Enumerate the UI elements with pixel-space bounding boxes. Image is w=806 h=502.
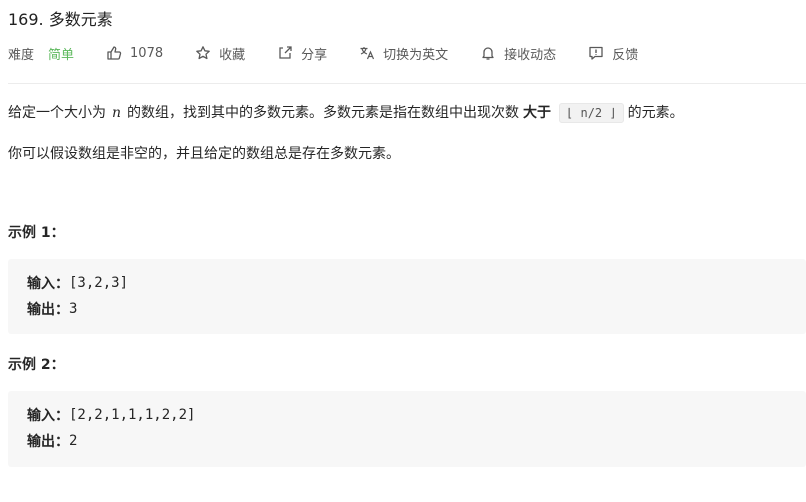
example-1-output-label: 输出： — [27, 302, 69, 318]
feedback-label: 反馈 — [612, 47, 639, 63]
share-button[interactable]: 分享 — [277, 44, 327, 63]
example-1-output-line: 输出： 3 — [27, 299, 77, 319]
example-1-input-value: [3,2,3] — [69, 275, 129, 291]
problem-description: 给定一个大小为 n 的数组，找到其中的多数元素。多数元素是指在数组中出现次数 大于 ⌊ … — [8, 101, 798, 125]
example-2-input-label: 输入： — [27, 408, 69, 424]
favorite-button[interactable]: 收藏 — [195, 44, 245, 63]
favorite-label: 收藏 — [219, 47, 246, 63]
like-count: 1078 — [130, 45, 164, 61]
example-2-output-line: 输出： 2 — [27, 431, 77, 451]
share-label: 分享 — [301, 47, 328, 63]
example-1-input-line: 输入： [3,2,3] — [27, 273, 128, 293]
example-1-input-label: 输入： — [27, 276, 69, 292]
example-2-input-line: 输入： [2,2,1,1,1,2,2] — [27, 405, 195, 425]
description-text-3: 的元素。 — [627, 105, 684, 121]
problem-meta-bar: 难度 简单 1078 收藏 分享 切换为英文 接收动态 反馈 — [8, 42, 638, 64]
example-1-box: 输入： [3,2,3] 输出： 3 — [8, 259, 806, 334]
example-2-output-label: 输出： — [27, 434, 69, 450]
description-bold: 大于 — [523, 105, 552, 121]
like-button[interactable]: 1078 — [106, 45, 163, 61]
switch-language-label: 切换为英文 — [383, 47, 449, 63]
header-divider — [8, 83, 806, 84]
problem-description-2: 你可以假设数组是非空的，并且给定的数组总是存在多数元素。 — [8, 146, 400, 162]
difficulty-label: 难度 — [8, 47, 35, 63]
star-icon — [196, 46, 210, 60]
description-text-2: 的数组，找到其中的多数元素。多数元素是指在数组中出现次数 — [127, 105, 520, 121]
share-icon — [279, 46, 292, 59]
difficulty-badge: 简单 — [48, 47, 75, 63]
description-variable: n — [112, 105, 122, 121]
example-2-title: 示例 2： — [8, 357, 65, 373]
notify-label: 接收动态 — [504, 47, 557, 63]
example-2-box: 输入： [2,2,1,1,1,2,2] 输出： 2 — [8, 391, 806, 467]
example-1-title: 示例 1： — [8, 225, 65, 241]
feedback-button[interactable]: 反馈 — [588, 44, 638, 63]
example-2-input-value: [2,2,1,1,1,2,2] — [69, 407, 196, 423]
notify-button[interactable]: 接收动态 — [480, 44, 556, 63]
description-code: ⌊ n/2 ⌋ — [559, 103, 624, 123]
description-text-1: 给定一个大小为 — [8, 105, 106, 121]
feedback-icon — [589, 46, 603, 60]
translate-icon — [360, 47, 375, 60]
problem-title: 169. 多数元素 — [8, 10, 113, 29]
switch-language-button[interactable]: 切换为英文 — [359, 44, 448, 63]
example-1-output-value: 3 — [69, 301, 78, 317]
bell-icon — [482, 47, 494, 60]
example-2-output-value: 2 — [69, 433, 78, 449]
thumbs-up-icon — [107, 46, 122, 60]
